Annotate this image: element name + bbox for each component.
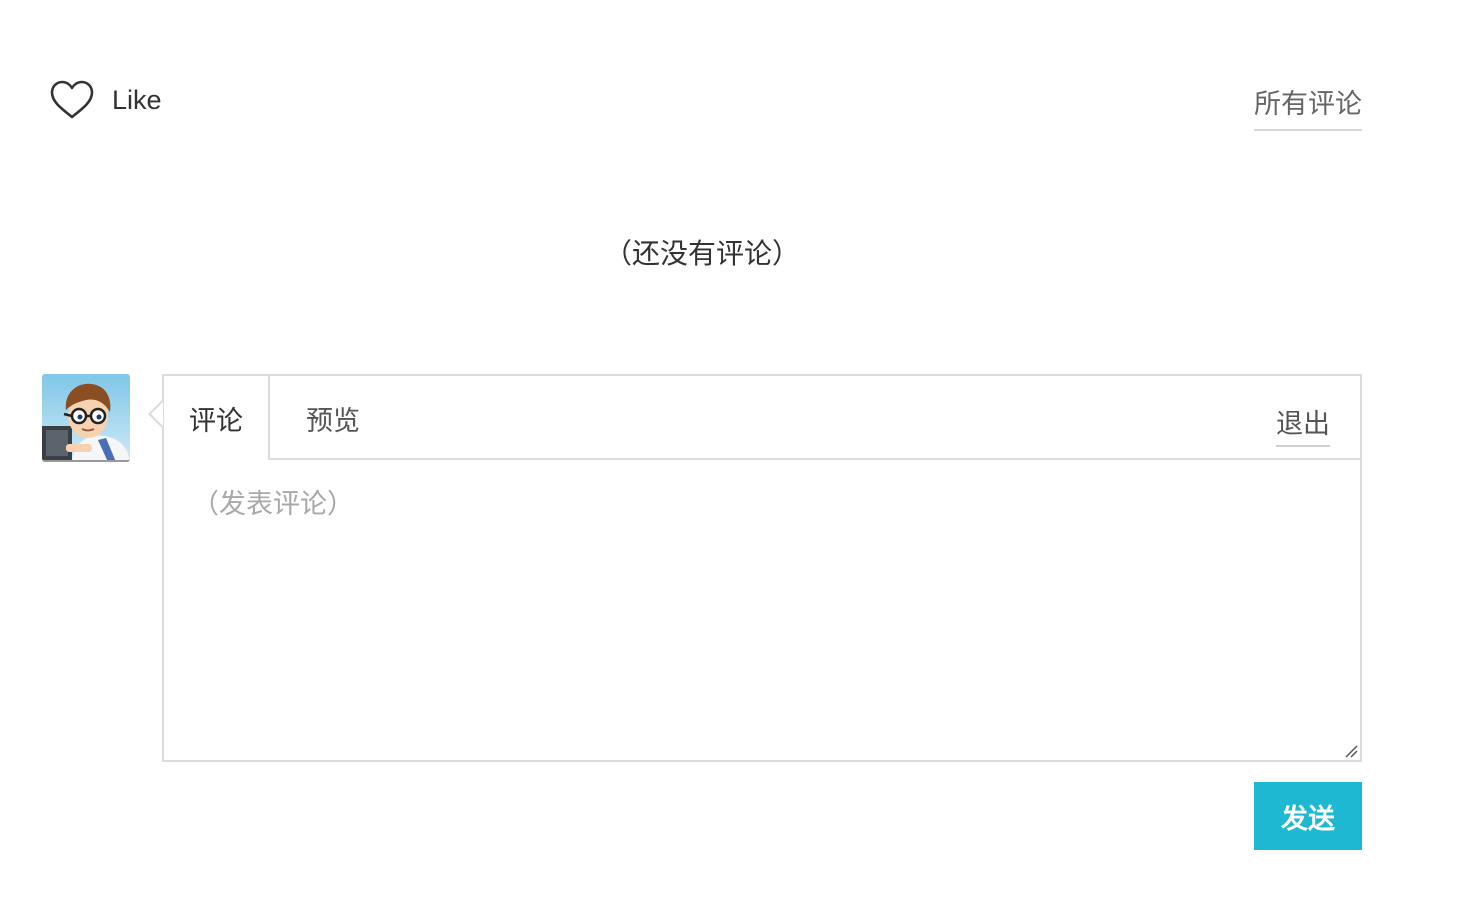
logout-link[interactable]: 退出 [1276, 402, 1330, 447]
heart-icon[interactable] [50, 80, 94, 120]
tab-comment[interactable]: 评论 [164, 376, 270, 460]
editor-tabs: 评论 预览 退出 [164, 376, 1360, 460]
resize-handle-icon[interactable] [1344, 744, 1358, 758]
comment-editor: 评论 预览 退出 [162, 374, 1362, 762]
no-comments-text: （还没有评论） [603, 237, 800, 270]
like-button[interactable]: Like [50, 80, 162, 120]
all-comments-link[interactable]: 所有评论 [1254, 82, 1362, 131]
comment-input[interactable] [164, 460, 1360, 760]
editor-pointer-fill [151, 402, 163, 426]
avatar [42, 374, 130, 462]
like-label[interactable]: Like [112, 85, 162, 116]
send-button[interactable]: 发送 [1254, 782, 1362, 850]
tab-preview[interactable]: 预览 [306, 376, 360, 460]
